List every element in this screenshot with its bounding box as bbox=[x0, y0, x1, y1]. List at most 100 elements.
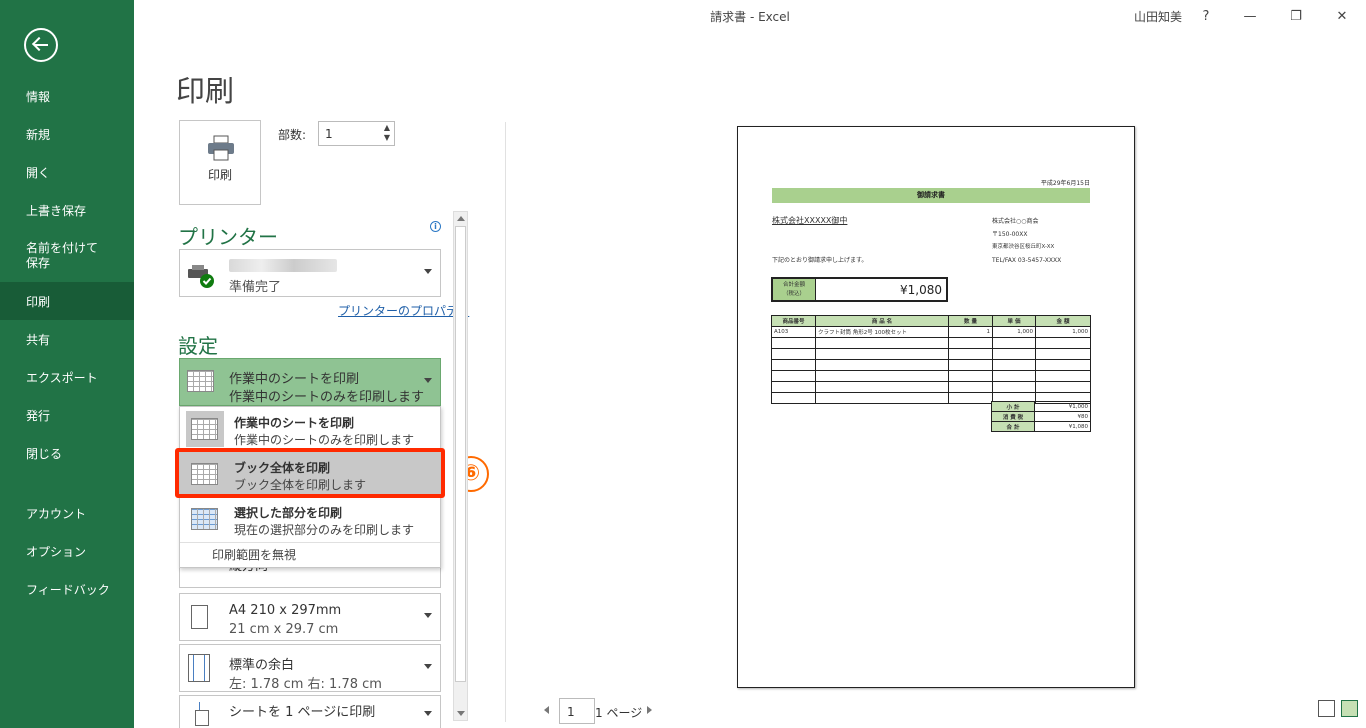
invoice-client: 株式会社XXXXX御中 bbox=[772, 216, 848, 225]
scroll-up-icon[interactable] bbox=[457, 216, 465, 221]
margins-line1: 標準の余白 bbox=[229, 658, 295, 673]
preview-pager: 1 1 ページ bbox=[540, 698, 670, 724]
scaling-line1: シートを 1 ページに印刷 bbox=[229, 705, 376, 720]
nav-feedback[interactable]: フィードバック bbox=[0, 570, 134, 608]
table-row bbox=[771, 381, 1091, 393]
table-header: 単 価 bbox=[992, 315, 1036, 327]
paper-size-line1: A4 210 x 297mm bbox=[229, 603, 342, 618]
table-cell: A103 bbox=[771, 326, 816, 338]
copies-value: 1 bbox=[325, 127, 333, 141]
close-button[interactable]: ✕ bbox=[1320, 0, 1364, 32]
paper-size-dropdown[interactable]: A4 210 x 297mm 21 cm x 29.7 cm bbox=[179, 593, 441, 641]
info-icon[interactable]: i bbox=[430, 221, 441, 232]
nav-share[interactable]: 共有 bbox=[0, 320, 134, 358]
page-number-input[interactable]: 1 bbox=[559, 698, 595, 724]
printer-status: 準備完了 bbox=[229, 280, 282, 295]
sheet-icon bbox=[191, 418, 218, 440]
menu-divider bbox=[180, 542, 440, 543]
scroll-thumb[interactable] bbox=[455, 226, 466, 682]
menu-item-active-sheets[interactable]: 作業中のシートを印刷 作業中のシートのみを印刷します bbox=[180, 407, 440, 451]
paper-size-line2: 21 cm x 29.7 cm bbox=[229, 622, 339, 637]
nav-info[interactable]: 情報 bbox=[0, 77, 134, 115]
margins-line2: 左: 1.78 cm 右: 1.78 cm bbox=[229, 677, 382, 692]
table-row bbox=[771, 370, 1091, 382]
nav-print[interactable]: 印刷 bbox=[0, 282, 134, 320]
invoice-date: 平成29年6月15日 bbox=[1040, 180, 1090, 187]
chevron-down-icon bbox=[424, 269, 432, 274]
table-cell: クラフト封筒 角形2号 100枚セット bbox=[815, 326, 949, 338]
table-header: 数 量 bbox=[948, 315, 993, 327]
settings-scrollbar[interactable] bbox=[453, 211, 468, 721]
nav-new[interactable]: 新規 bbox=[0, 115, 134, 153]
printer-section-title: プリンター bbox=[178, 225, 278, 249]
restore-button[interactable]: ❐ bbox=[1274, 0, 1318, 32]
ignore-print-area-option[interactable]: 印刷範囲を無視 bbox=[212, 546, 296, 563]
settings-section-title: 設定 bbox=[178, 334, 218, 358]
nav-account[interactable]: アカウント bbox=[0, 494, 134, 532]
next-page-icon[interactable] bbox=[647, 706, 652, 714]
print-button[interactable]: 印刷 bbox=[179, 120, 261, 205]
zoom-to-page-icon[interactable] bbox=[1341, 700, 1358, 717]
total-label: 合計金額 （税込） bbox=[773, 279, 816, 300]
paper-icon bbox=[191, 605, 208, 629]
company-address: 東京都渋谷区桜丘町X-XX bbox=[992, 244, 1055, 250]
menu-item-selection[interactable]: 選択した部分を印刷 現在の選択部分のみを印刷します bbox=[180, 497, 440, 541]
copies-label: 部数: bbox=[278, 128, 307, 142]
summary-value: ¥1,080 bbox=[1034, 421, 1091, 432]
user-name[interactable]: 山田知美 bbox=[1134, 8, 1182, 25]
table-header: 商品番号 bbox=[771, 315, 816, 327]
printer-icon bbox=[208, 135, 234, 161]
sheet-icon bbox=[187, 370, 214, 392]
summary-label: 合 計 bbox=[991, 421, 1035, 432]
title-bar: 請求書 - Excel 山田知美 ? — ❐ ✕ bbox=[134, 0, 1366, 32]
company-name: 株式会社○○商会 bbox=[992, 218, 1039, 225]
menu-item-line2: 現在の選択部分のみを印刷します bbox=[234, 523, 415, 537]
summary-row: 合 計 ¥1,080 bbox=[991, 421, 1091, 432]
chevron-down-icon bbox=[424, 378, 432, 383]
menu-icon-bg bbox=[186, 411, 224, 447]
table-header: 商 品 名 bbox=[815, 315, 949, 327]
printer-properties-link[interactable]: プリンターのプロパティ bbox=[338, 302, 469, 319]
nav-options[interactable]: オプション bbox=[0, 532, 134, 570]
copies-stepper[interactable]: 1 ▲ ▼ bbox=[318, 121, 395, 146]
table-row: A103 クラフト封筒 角形2号 100枚セット 1 1,000 1,000 bbox=[771, 326, 1091, 338]
show-margins-icon[interactable] bbox=[1318, 700, 1335, 717]
print-button-label: 印刷 bbox=[207, 168, 232, 182]
table-row bbox=[771, 359, 1091, 371]
print-what-dropdown[interactable]: 作業中のシートを印刷 作業中のシートのみを印刷します bbox=[179, 358, 441, 406]
total-label-line2: （税込） bbox=[782, 291, 805, 297]
page-count: 1 ページ bbox=[595, 706, 643, 720]
spin-up-icon[interactable]: ▲ bbox=[384, 123, 390, 132]
printer-name-redacted bbox=[229, 259, 337, 272]
summary-row: 消 費 税 ¥80 bbox=[991, 411, 1091, 422]
summary-label: 小 計 bbox=[991, 401, 1035, 412]
nav-save-as[interactable]: 名前を付けて保存 bbox=[0, 236, 100, 276]
table-header: 金 額 bbox=[1035, 315, 1091, 327]
scaling-dropdown[interactable]: シートを 1 ページに印刷 bbox=[179, 695, 441, 728]
invoice-summary-table: 小 計 ¥1,000 消 費 税 ¥80 合 計 ¥1,080 bbox=[991, 401, 1091, 432]
nav-open[interactable]: 開く bbox=[0, 153, 134, 191]
chevron-down-icon bbox=[424, 664, 432, 669]
table-row bbox=[771, 348, 1091, 360]
nav-save[interactable]: 上書き保存 bbox=[0, 191, 134, 229]
margins-dropdown[interactable]: 標準の余白 左: 1.78 cm 右: 1.78 cm bbox=[179, 644, 441, 692]
total-label-line1: 合計金額 bbox=[782, 282, 805, 288]
print-preview-page: 平成29年6月15日 御請求書 株式会社XXXXX御中 株式会社○○商会 〒15… bbox=[737, 126, 1135, 688]
scroll-down-icon[interactable] bbox=[457, 711, 465, 716]
back-arrow-icon[interactable] bbox=[24, 28, 58, 62]
summary-label: 消 費 税 bbox=[991, 411, 1035, 422]
printer-dropdown[interactable]: 準備完了 bbox=[179, 249, 441, 297]
help-button[interactable]: ? bbox=[1184, 0, 1228, 32]
nav-publish[interactable]: 発行 bbox=[0, 396, 134, 434]
spin-down-icon[interactable]: ▼ bbox=[384, 133, 390, 142]
table-header-row: 商品番号 商 品 名 数 量 単 価 金 額 bbox=[771, 315, 1091, 327]
total-amount: ¥1,080 bbox=[900, 283, 942, 297]
invoice-title: 御請求書 bbox=[772, 188, 1090, 203]
previous-page-icon[interactable] bbox=[544, 706, 549, 714]
print-what-line2: 作業中のシートのみを印刷します bbox=[229, 390, 425, 405]
pane-divider bbox=[505, 122, 506, 722]
nav-close[interactable]: 閉じる bbox=[0, 434, 134, 472]
minimize-button[interactable]: — bbox=[1228, 0, 1272, 32]
nav-export[interactable]: エクスポート bbox=[0, 358, 134, 396]
table-cell: 1,000 bbox=[992, 326, 1036, 338]
